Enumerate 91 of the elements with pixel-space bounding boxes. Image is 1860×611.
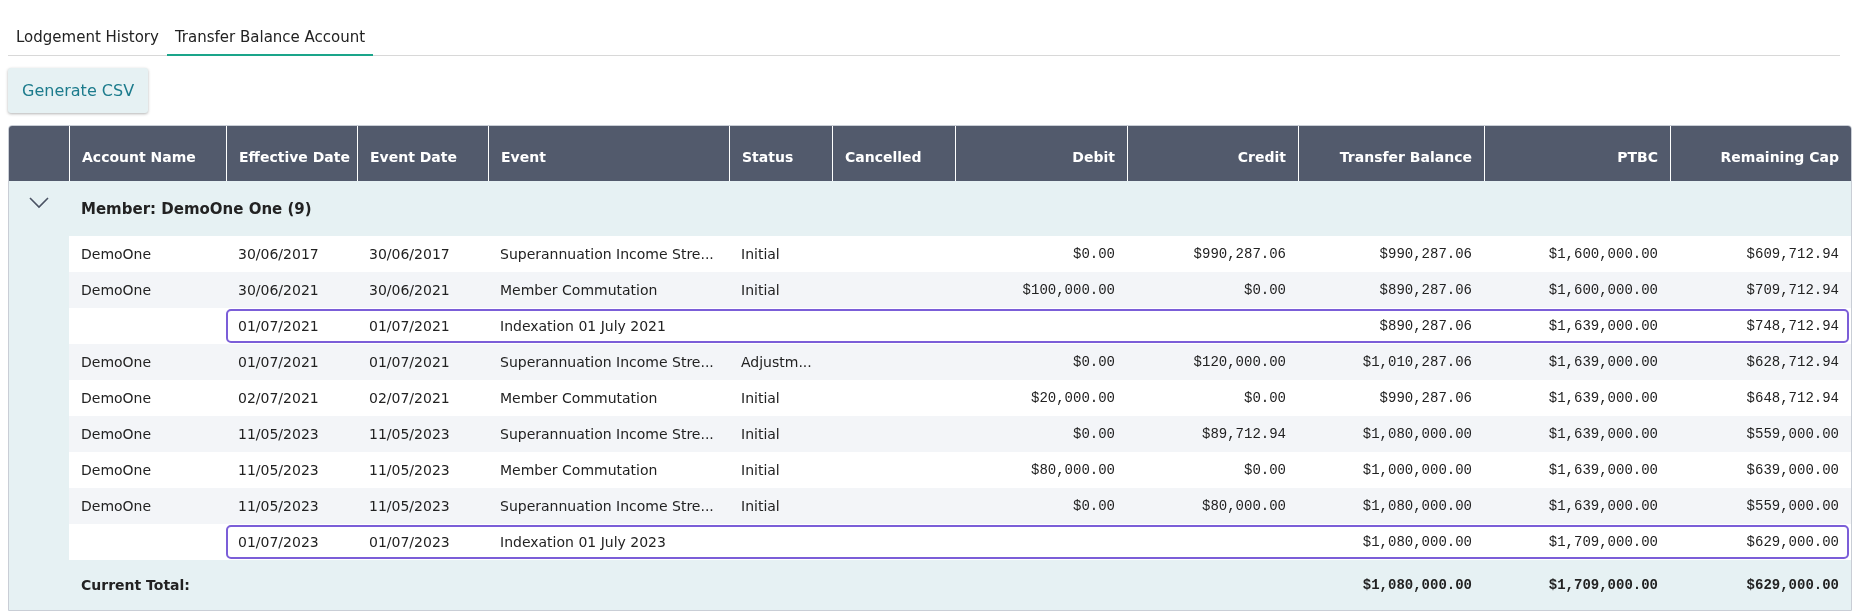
table-cell-text: Member Commutation (499, 282, 659, 298)
table-cell-text: $990,287.06 (1192, 246, 1287, 262)
generate-csv-button[interactable]: Generate CSV (8, 68, 149, 113)
table-cell-text: Initial (740, 390, 781, 406)
table-cell-text: DemoOne (80, 498, 153, 514)
table-cell-text: $1,639,000.00 (1547, 390, 1659, 406)
table-cell-text: $559,000.00 (1745, 426, 1840, 442)
table-cell-text: 11/05/2023 (237, 462, 320, 478)
table-cell-text: 11/05/2023 (237, 426, 320, 442)
table-cell-text: $890,287.06 (1378, 318, 1473, 334)
table-cell-text: $0.00 (1072, 354, 1116, 370)
table-cell-text: Indexation 01 July 2021 (499, 318, 667, 334)
table-cell-text: $990,287.06 (1378, 246, 1473, 262)
table-cell-text: $1,709,000.00 (1547, 534, 1659, 550)
table-cell-text: $709,712.94 (1745, 282, 1840, 298)
table-cell-text: $648,712.94 (1745, 390, 1840, 406)
table-cell-text: $1,080,000.00 (1361, 534, 1473, 550)
table-cell-text: 01/07/2021 (368, 354, 451, 370)
table-cell-text: $80,000.00 (1201, 498, 1287, 514)
table-cell-text: 30/06/2017 (237, 246, 320, 262)
table-cell-text: $1,600,000.00 (1547, 282, 1659, 298)
table-cell-text: DemoOne (80, 426, 153, 442)
table-cell-text: $0.00 (1072, 498, 1116, 514)
table-cell-text: DemoOne (80, 246, 153, 262)
table-cell-text: Current Total: (80, 577, 191, 593)
table-cell-text: $0.00 (1072, 246, 1116, 262)
tab[interactable]: Lodgement History (8, 20, 167, 56)
table-cell-text: $0.00 (1243, 282, 1287, 298)
table-cell-text: DemoOne (80, 354, 153, 370)
table-cell-text: $0.00 (1072, 426, 1116, 442)
table-cell-text: $1,000,000.00 (1361, 462, 1473, 478)
table-cell-text: 11/05/2023 (368, 498, 451, 514)
table-cell-text: 30/06/2017 (368, 246, 451, 262)
table-cell-text: Superannuation Income Stre... (499, 246, 715, 262)
table-cell-text: 02/07/2021 (237, 390, 320, 406)
table-cell-text: Superannuation Income Stre... (499, 498, 715, 514)
table-cell-text: 30/06/2021 (368, 282, 451, 298)
table-cell-text: $748,712.94 (1745, 318, 1840, 334)
table-cell-text: $0.00 (1243, 390, 1287, 406)
table-cell-text: $100,000.00 (1021, 282, 1116, 298)
table-cell-text: 11/05/2023 (368, 462, 451, 478)
table-cell-text: Initial (740, 462, 781, 478)
table-cell-text: Superannuation Income Stre... (499, 354, 715, 370)
table-cell-text: 02/07/2021 (368, 390, 451, 406)
table-cell-text: $89,712.94 (1201, 426, 1287, 442)
table-cell-text: 11/05/2023 (237, 498, 320, 514)
table-cell-text: Superannuation Income Stre... (499, 426, 715, 442)
table-cell-text: $1,709,000.00 (1547, 577, 1659, 593)
table-cell-text: $559,000.00 (1745, 498, 1840, 514)
table-cell-text: $1,080,000.00 (1361, 498, 1473, 514)
table-cell-text: Initial (740, 426, 781, 442)
table-cell-text: $0.00 (1243, 462, 1287, 478)
table-cell-text: $1,080,000.00 (1361, 577, 1473, 593)
table-cell-text: 01/07/2021 (237, 354, 320, 370)
table-cell-text: $80,000.00 (1030, 462, 1116, 478)
table-cell-text: 01/07/2023 (368, 534, 451, 550)
table-cell-text: $1,010,287.06 (1361, 354, 1473, 370)
table-cell-text: $120,000.00 (1192, 354, 1287, 370)
chevron-down-icon[interactable] (29, 197, 49, 209)
table-cell-text: DemoOne (80, 390, 153, 406)
table-cell-text: $990,287.06 (1378, 390, 1473, 406)
table-cell-text: $639,000.00 (1745, 462, 1840, 478)
table-cell-text: $1,639,000.00 (1547, 318, 1659, 334)
group-label: Member: DemoOne One (9) (81, 199, 312, 218)
table-cell-text: $1,639,000.00 (1547, 426, 1659, 442)
table-cell-text: 01/07/2021 (237, 318, 320, 334)
table-cell-text: $609,712.94 (1745, 246, 1840, 262)
table-cell-text: $1,639,000.00 (1547, 462, 1659, 478)
table-cell-text: Indexation 01 July 2023 (499, 534, 667, 550)
table-cell-text: Initial (740, 282, 781, 298)
table-cell-text: $1,639,000.00 (1547, 498, 1659, 514)
table-cell-text: Member Commutation (499, 462, 659, 478)
table-cell-text: DemoOne (80, 462, 153, 478)
table-cell-text: $890,287.06 (1378, 282, 1473, 298)
table-cell-text: Member Commutation (499, 390, 659, 406)
table-cell-text: 11/05/2023 (368, 426, 451, 442)
table-cell-text: $629,000.00 (1745, 577, 1840, 593)
table-cell-text: $1,639,000.00 (1547, 354, 1659, 370)
table-cell-text: 30/06/2021 (237, 282, 320, 298)
table-cell-text: DemoOne (80, 282, 153, 298)
table-cell-text: Adjustm... (740, 354, 813, 370)
table-cell-text: Initial (740, 246, 781, 262)
table-cell-text: $1,080,000.00 (1361, 426, 1473, 442)
tab[interactable]: Transfer Balance Account (166, 20, 374, 56)
table-cell-text: 01/07/2023 (237, 534, 320, 550)
table-cell-text: $1,600,000.00 (1547, 246, 1659, 262)
table-cell-text: $20,000.00 (1030, 390, 1116, 406)
table-cell-text: 01/07/2021 (368, 318, 451, 334)
table-cell-text: Initial (740, 498, 781, 514)
table-cell-text: $628,712.94 (1745, 354, 1840, 370)
table-cell-text: $629,000.00 (1745, 534, 1840, 550)
